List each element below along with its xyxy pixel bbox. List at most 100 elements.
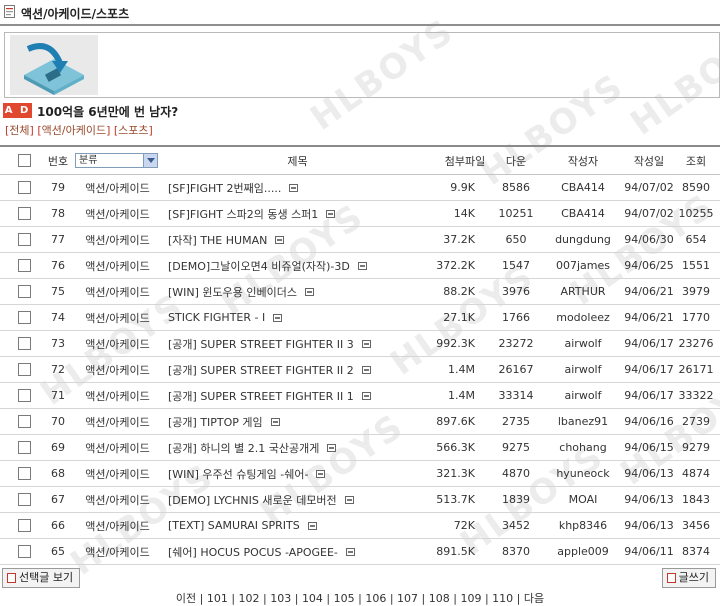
post-views: 2739 [682,415,710,428]
post-category: 액션/아케이드 [85,363,150,377]
post-subject[interactable]: [쉐어] HOCUS POCUS -APOGEE- [168,539,430,564]
row-checkbox[interactable] [17,181,31,194]
post-subject[interactable]: [SF]FIGHT 2번째임..... [168,175,430,200]
post-subject[interactable]: [공개] TIPTOP 게임 [168,409,430,434]
post-category: 액션/아케이드 [85,207,150,221]
row-checkbox[interactable] [17,363,31,376]
post-author: airwolf [564,363,602,376]
post-category: 액션/아케이드 [85,181,150,195]
row-checkbox[interactable] [17,259,31,272]
post-subject[interactable]: [자작] THE HUMAN [168,227,430,252]
post-attachment-size: 513.7K [436,493,475,506]
row-checkbox[interactable] [17,545,31,558]
row-checkbox[interactable] [17,493,31,506]
table-row: 67 액션/아케이드 [DEMO] LYCHNIS 새로운 데모버전 513.7K 18… [0,487,720,513]
table-row: 68 액션/아케이드 [WIN] 우주선 슈팅게임 -쉐어- 321.3K 4870 hy… [0,461,720,487]
category-link-action-arcade[interactable]: 액션/아케이드 [42,124,106,137]
table-row: 78 액션/아케이드 [SF]FIGHT 스파2의 동생 스퍼1 14K 10251 CB… [0,201,720,227]
post-date: 94/06/21 [624,311,674,324]
post-downloads: 33314 [498,389,534,402]
row-checkbox[interactable] [17,285,31,298]
table-row: 74 액션/아케이드 STICK FIGHTER - I 27.1K 1766 modol… [0,305,720,331]
post-date: 94/07/02 [624,181,674,194]
ad-headline-text[interactable]: 100억을 6년만에 번 남자? [37,103,178,120]
post-author: modoleez [556,311,610,324]
attachment-icon [273,313,283,322]
attachment-icon [344,495,354,504]
post-views: 4874 [682,467,710,480]
post-downloads: 2735 [502,415,530,428]
table-row: 65 액션/아케이드 [쉐어] HOCUS POCUS -APOGEE- 891.5K… [0,539,720,565]
row-checkbox[interactable] [17,337,31,350]
post-subject[interactable]: [WIN] 윈도우용 인베이더스 [168,279,430,304]
post-attachment-size: 1.4M [448,363,475,376]
post-number: 72 [51,363,65,376]
attachment-icon [361,339,371,348]
post-author: chohang [559,441,607,454]
post-author: CBA414 [561,207,605,220]
post-category: 액션/아케이드 [85,337,150,351]
post-attachment-size: 1.4M [448,389,475,402]
post-subject[interactable]: [WIN] 우주선 슈팅게임 -쉐어- [168,461,430,486]
post-number: 75 [51,285,65,298]
attachment-icon [345,547,355,556]
post-attachment-size: 897.6K [436,415,475,428]
post-number: 76 [51,259,65,272]
post-date: 94/06/11 [624,545,674,558]
table-row: 79 액션/아케이드 [SF]FIGHT 2번째임..... 9.9K 8586 CBA4… [0,175,720,201]
pencil-icon [666,573,676,583]
board-banner [4,32,720,98]
post-views: 23276 [678,337,714,350]
attachment-icon [316,469,326,478]
write-button[interactable]: 글쓰기 [661,568,716,588]
post-category: 액션/아케이드 [85,311,150,325]
row-checkbox[interactable] [17,415,31,428]
row-checkbox[interactable] [17,519,31,532]
post-views: 1551 [682,259,710,272]
post-attachment-size: 27.1K [443,311,475,324]
attachment-icon [357,261,367,270]
post-subject[interactable]: [공개] SUPER STREET FIGHTER II 2 [168,357,430,382]
attachment-icon [361,391,371,400]
post-subject[interactable]: [SF]FIGHT 스파2의 동생 스퍼1 [168,201,430,226]
select-all-checkbox[interactable] [17,154,31,167]
post-author: CBA414 [561,181,605,194]
post-date: 94/06/25 [624,259,674,272]
post-author: hyuneock [556,467,610,480]
table-row: 77 액션/아케이드 [자작] THE HUMAN 37.2K 650 dungdung 9… [0,227,720,253]
post-views: 33322 [678,389,714,402]
row-checkbox[interactable] [17,311,31,324]
ad-badge: A D [3,103,32,118]
row-checkbox[interactable] [17,233,31,246]
post-subject[interactable]: [공개] 하니의 별 2.1 국산공개게 [168,435,430,460]
post-subject[interactable]: [TEXT] SAMURAI SPRITS [168,513,430,538]
row-checkbox[interactable] [17,389,31,402]
post-category: 액션/아케이드 [85,493,150,507]
post-number: 78 [51,207,65,220]
table-row: 73 액션/아케이드 [공개] SUPER STREET FIGHTER II 3 9… [0,331,720,357]
post-downloads: 8370 [502,545,530,558]
view-selected-button[interactable]: 선택글 보기 [2,568,81,588]
attachment-icon [305,287,315,296]
table-row: 66 액션/아케이드 [TEXT] SAMURAI SPRITS 72K 3452 khp… [0,513,720,539]
category-link-sports[interactable]: 스포츠 [118,124,148,137]
row-checkbox[interactable] [17,207,31,220]
post-subject[interactable]: [DEMO]그날이오면4 비쥬얼(자작)-3D [168,253,430,278]
post-attachment-size: 88.2K [443,285,475,298]
category-link-all[interactable]: 전체 [9,124,29,137]
post-number: 68 [51,467,65,480]
post-category: 액션/아케이드 [85,415,150,429]
column-author: 작성자 [567,154,599,168]
post-subject[interactable]: STICK FIGHTER - I [168,305,430,330]
table-row: 71 액션/아케이드 [공개] SUPER STREET FIGHTER II 1 1… [0,383,720,409]
row-checkbox[interactable] [17,441,31,454]
attachment-icon [289,183,299,192]
post-views: 8374 [682,545,710,558]
post-subject[interactable]: [공개] SUPER STREET FIGHTER II 3 [168,331,430,356]
category-filter-select[interactable]: 분류 [75,153,158,168]
post-author: 007james [555,259,610,272]
row-checkbox[interactable] [17,467,31,480]
post-subject[interactable]: [공개] SUPER STREET FIGHTER II 1 [168,383,430,408]
post-subject[interactable]: [DEMO] LYCHNIS 새로운 데모버전 [168,487,430,512]
post-date: 94/06/17 [624,389,674,402]
